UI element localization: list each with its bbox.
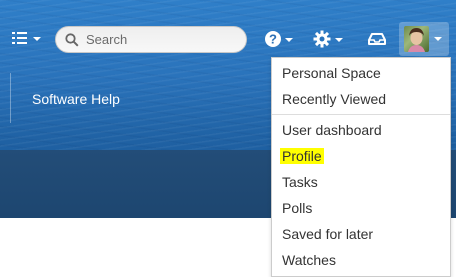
svg-text:?: ?: [269, 32, 277, 47]
chevron-down-icon: [335, 38, 343, 42]
menu-item-user-dashboard[interactable]: User dashboard: [272, 117, 450, 143]
menu-item-recently-viewed[interactable]: Recently Viewed: [272, 86, 450, 112]
menu-icon: [12, 32, 27, 44]
inbox-icon: [368, 33, 386, 45]
menu-item-watches[interactable]: Watches: [272, 247, 450, 273]
search-box[interactable]: [55, 26, 247, 53]
menu-separator: [272, 114, 450, 115]
menu-item-profile[interactable]: Profile: [272, 143, 450, 169]
space-title[interactable]: Software Help: [32, 91, 120, 107]
menu-item-label: Watches: [282, 252, 336, 268]
menu-item-label: Saved for later: [282, 226, 374, 242]
menu-item-tasks[interactable]: Tasks: [272, 169, 450, 195]
menu-item-label: Profile: [280, 148, 324, 164]
menu-item-label: Polls: [282, 200, 313, 216]
user-dropdown-menu: Personal Space Recently Viewed User dash…: [271, 57, 451, 277]
avatar: [404, 26, 429, 52]
chevron-down-icon: [285, 38, 293, 42]
search-icon: [65, 33, 79, 47]
menu-item-label: Personal Space: [282, 65, 381, 81]
search-input[interactable]: [86, 30, 236, 49]
notifications-button[interactable]: [368, 32, 388, 48]
settings-button[interactable]: [313, 30, 343, 50]
menu-item-label: User dashboard: [282, 122, 382, 138]
help-icon: ?: [265, 31, 281, 47]
chevron-down-icon: [33, 37, 41, 41]
menu-button[interactable]: [12, 30, 42, 48]
chevron-down-icon: [434, 37, 442, 41]
header-divider: [10, 73, 11, 123]
menu-item-label: Tasks: [282, 174, 318, 190]
menu-item-label: Recently Viewed: [282, 91, 387, 107]
gear-icon: [313, 30, 331, 48]
menu-item-saved-for-later[interactable]: Saved for later: [272, 221, 450, 247]
menu-item-personal-space[interactable]: Personal Space: [272, 60, 450, 86]
help-button[interactable]: ?: [264, 30, 294, 50]
user-menu-button[interactable]: [399, 22, 449, 56]
menu-item-polls[interactable]: Polls: [272, 195, 450, 221]
